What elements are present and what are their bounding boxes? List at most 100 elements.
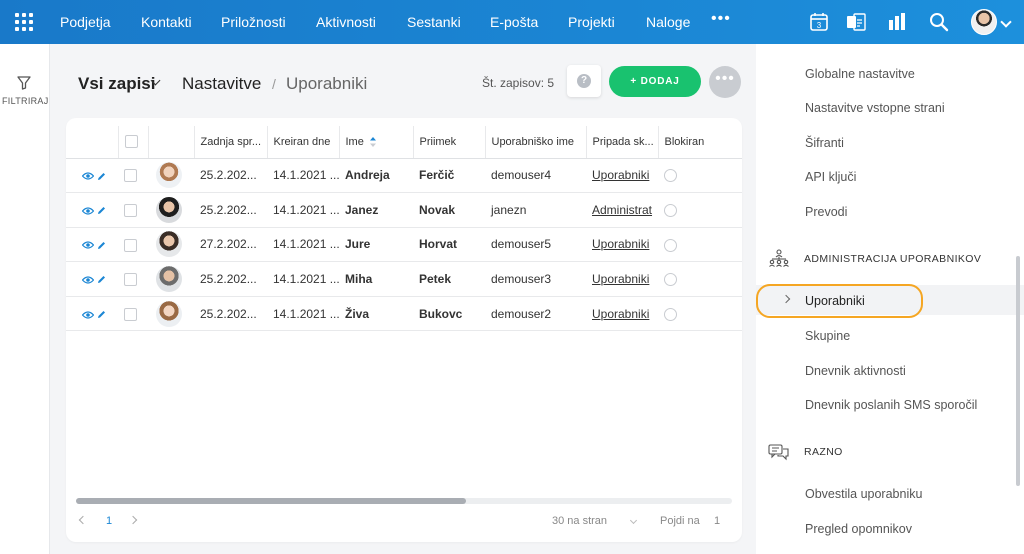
edit-pencil-icon[interactable] xyxy=(97,172,106,181)
filter-rail: FILTRIRAJ xyxy=(0,44,50,554)
row-checkbox[interactable] xyxy=(124,307,137,321)
settings-item-landing[interactable]: Nastavitve vstopne strani xyxy=(805,101,945,115)
previous-page-icon[interactable] xyxy=(78,515,88,525)
user-menu-chevron-icon[interactable] xyxy=(1000,16,1012,28)
row-checkbox[interactable] xyxy=(124,238,137,252)
settings-panel-scrollbar[interactable] xyxy=(1016,256,1020,486)
cell-first-name: Miha xyxy=(339,261,413,297)
section-misc: RAZNO xyxy=(804,446,843,458)
apps-grid-icon[interactable] xyxy=(15,13,33,31)
nav-podjetja[interactable]: Podjetja xyxy=(60,14,111,30)
statistics-icon[interactable] xyxy=(886,11,908,33)
edit-pencil-icon[interactable] xyxy=(97,275,106,284)
cell-group: Uporabniki xyxy=(586,158,658,194)
cell-group: Uporabniki xyxy=(586,227,658,263)
nav-eposta[interactable]: E-pošta xyxy=(490,14,538,30)
nav-aktivnosti[interactable]: Aktivnosti xyxy=(316,14,376,30)
breadcrumb-parent[interactable]: Nastavitve xyxy=(182,74,261,94)
view-eye-icon[interactable] xyxy=(82,310,94,319)
cell-blocked xyxy=(658,261,742,297)
row-actions xyxy=(66,192,118,228)
settings-item-translations[interactable]: Prevodi xyxy=(805,205,847,219)
group-link[interactable]: Uporabniki xyxy=(592,168,649,182)
user-avatar[interactable] xyxy=(971,9,997,35)
view-eye-icon[interactable] xyxy=(82,241,94,249)
calendar-icon[interactable]: 3 xyxy=(808,11,830,33)
table-row[interactable]: 25.2.202... 14.1.2021 ... Živa Bukovc de… xyxy=(66,296,742,332)
cell-last-name: Bukovc xyxy=(413,296,485,332)
funnel-icon[interactable] xyxy=(17,76,31,90)
edit-pencil-icon[interactable] xyxy=(97,241,106,250)
settings-panel: Globalne nastavitve Nastavitve vstopne s… xyxy=(756,44,1024,554)
settings-item-codelists[interactable]: Šifranti xyxy=(805,136,844,150)
column-header-modified[interactable]: Zadnja spr... xyxy=(194,126,268,159)
edit-pencil-icon[interactable] xyxy=(97,310,106,319)
user-photo xyxy=(156,300,182,327)
cell-first-name: Andreja xyxy=(339,158,413,194)
table-row[interactable]: 27.2.202... 14.1.2021 ... Jure Horvat de… xyxy=(66,227,742,263)
settings-item-users[interactable]: Uporabniki xyxy=(805,294,865,308)
view-eye-icon[interactable] xyxy=(82,172,94,180)
users-table: Zadnja spr... Kreiran dne Ime Priimek Up… xyxy=(66,126,742,332)
goto-page-input[interactable]: 1 xyxy=(714,515,720,527)
cell-username: demouser4 xyxy=(485,158,586,194)
chat-bubbles-icon xyxy=(768,444,789,461)
table-row[interactable]: 25.2.202... 14.1.2021 ... Andreja Ferčič… xyxy=(66,158,742,194)
table-row[interactable]: 25.2.202... 14.1.2021 ... Janez Novak ja… xyxy=(66,192,742,228)
next-page-icon[interactable] xyxy=(128,515,138,525)
current-page[interactable]: 1 xyxy=(106,515,112,527)
user-photo xyxy=(156,196,182,223)
nav-priloznosti[interactable]: Priložnosti xyxy=(221,14,286,30)
cell-group: Uporabniki xyxy=(586,261,658,297)
row-select xyxy=(118,261,148,297)
row-checkbox[interactable] xyxy=(124,169,137,183)
group-link[interactable]: Administrat xyxy=(592,203,652,217)
nav-sestanki[interactable]: Sestanki xyxy=(407,14,461,30)
cell-created: 14.1.2021 ... xyxy=(267,227,339,263)
column-header-blocked[interactable]: Blokiran xyxy=(658,126,742,159)
settings-item-notifications[interactable]: Obvestila uporabniku xyxy=(805,487,922,501)
settings-item-sms-log[interactable]: Dnevnik poslanih SMS sporočil xyxy=(805,398,977,412)
exchange-sync-icon[interactable] xyxy=(845,11,867,33)
top-navigation-bar: Podjetja Kontakti Priložnosti Aktivnosti… xyxy=(0,0,1024,44)
settings-item-groups[interactable]: Skupine xyxy=(805,329,850,343)
filter-label[interactable]: FILTRIRAJ xyxy=(2,96,48,106)
cell-blocked xyxy=(658,296,742,332)
nav-projekti[interactable]: Projekti xyxy=(568,14,615,30)
group-link[interactable]: Uporabniki xyxy=(592,272,649,286)
column-header-group[interactable]: Pripada sk... xyxy=(586,126,659,159)
view-selector[interactable]: Vsi zapisi xyxy=(78,74,155,94)
search-icon[interactable] xyxy=(928,11,950,33)
settings-item-global[interactable]: Globalne nastavitve xyxy=(805,67,915,81)
select-all-checkbox[interactable] xyxy=(124,135,138,149)
group-link[interactable]: Uporabniki xyxy=(592,307,649,321)
cell-modified: 25.2.202... xyxy=(194,296,267,332)
avatar-header xyxy=(148,126,195,159)
settings-item-activity-log[interactable]: Dnevnik aktivnosti xyxy=(805,364,906,378)
edit-pencil-icon[interactable] xyxy=(97,206,106,215)
sort-ascending-icon[interactable] xyxy=(369,136,376,147)
group-link[interactable]: Uporabniki xyxy=(592,237,649,251)
nav-more-button[interactable]: ••• xyxy=(711,10,731,28)
column-header-username[interactable]: Uporabniško ime xyxy=(485,126,587,159)
settings-item-reminders[interactable]: Pregled opomnikov xyxy=(805,522,912,536)
column-header-created[interactable]: Kreiran dne xyxy=(267,126,340,159)
scrollbar-thumb[interactable] xyxy=(76,498,466,504)
page-size-select[interactable]: 30 na stran xyxy=(552,515,607,527)
nav-naloge[interactable]: Naloge xyxy=(646,14,690,30)
table-row[interactable]: 25.2.202... 14.1.2021 ... Miha Petek dem… xyxy=(66,261,742,297)
horizontal-scrollbar[interactable] xyxy=(76,498,732,504)
more-actions-button[interactable]: ••• xyxy=(709,66,741,98)
page-size-chevron-icon[interactable] xyxy=(629,516,638,525)
column-header-first-name[interactable]: Ime xyxy=(339,126,414,159)
help-button[interactable]: ? xyxy=(567,65,601,97)
cell-last-name: Petek xyxy=(413,261,485,297)
view-eye-icon[interactable] xyxy=(82,276,94,284)
settings-item-api-keys[interactable]: API ključi xyxy=(805,170,856,184)
row-checkbox[interactable] xyxy=(124,273,137,287)
row-checkbox[interactable] xyxy=(124,204,137,218)
column-header-last-name[interactable]: Priimek xyxy=(413,126,486,159)
nav-kontakti[interactable]: Kontakti xyxy=(141,14,192,30)
add-button[interactable]: + DODAJ xyxy=(609,66,701,97)
view-eye-icon[interactable] xyxy=(82,207,94,215)
